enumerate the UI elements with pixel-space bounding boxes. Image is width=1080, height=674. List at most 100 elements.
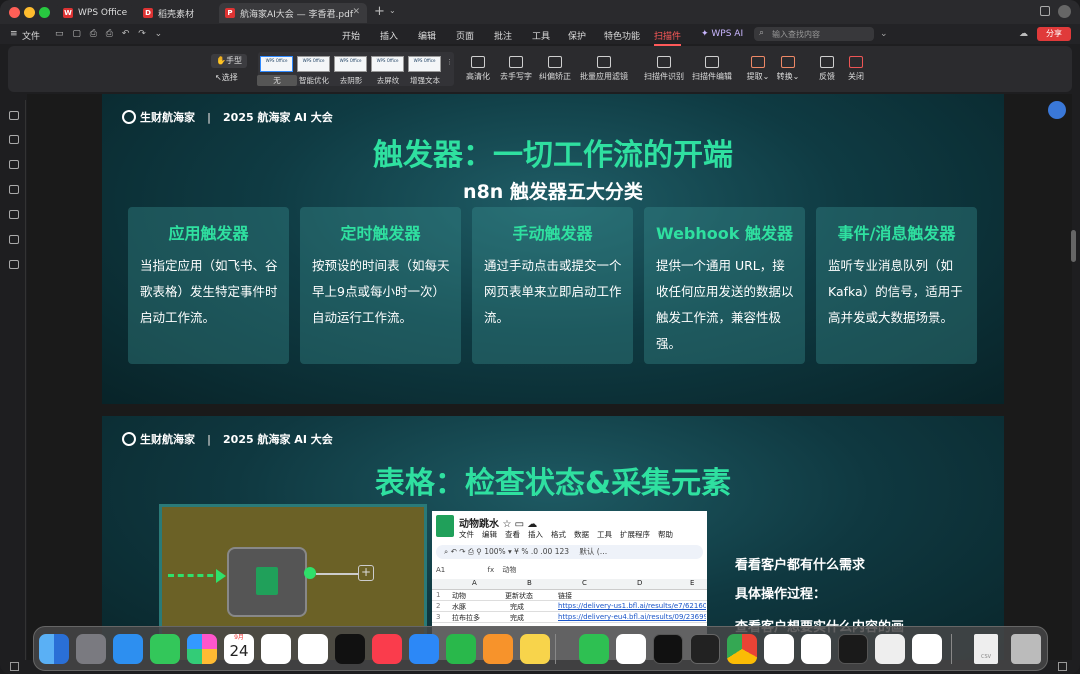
sidebar-toggle-icon[interactable] <box>10 662 19 671</box>
tab-pdf-document[interactable]: P 航海家AI大会 — 李香君.pdf ✕ <box>219 3 367 23</box>
window-mode-icon[interactable] <box>1040 6 1050 16</box>
brand-name: 生财航海家 <box>140 433 195 446</box>
calendar-icon[interactable]: 9月 24 <box>224 634 254 664</box>
floating-assistant-icon[interactable] <box>1048 101 1066 119</box>
search-dropdown-icon[interactable]: ⌄ <box>880 29 888 39</box>
filter-thumb-none[interactable]: WPS Office <box>260 56 293 72</box>
tab-scan[interactable]: 扫描件 <box>654 29 682 46</box>
filter-thumb-shadow[interactable]: WPS Office <box>334 56 367 72</box>
close-scan-button[interactable]: 关闭 <box>844 56 868 82</box>
remove-handwriting-button[interactable]: 去手写字 <box>496 56 536 82</box>
tab-tools[interactable]: 工具 <box>532 29 550 42</box>
wechat-icon[interactable] <box>579 634 609 664</box>
freeform-icon[interactable] <box>298 634 328 664</box>
card-body: 按预设的时间表（如每天早上9点或每小时一次）自动运行工作流。 <box>312 258 450 325</box>
scan-recognize-button[interactable]: 扫描件识别 <box>640 56 688 82</box>
launchpad-icon[interactable] <box>76 634 106 664</box>
terminal2-icon[interactable] <box>838 634 868 664</box>
apple-tv-icon[interactable] <box>335 634 365 664</box>
share-button[interactable]: 分享 <box>1037 27 1071 41</box>
minimize-window-button[interactable] <box>24 7 35 18</box>
maximize-window-button[interactable] <box>39 7 50 18</box>
quick-access-icons[interactable]: ▭ ▢ ⎙ ⎙ ↶ ↷ ⌄ <box>55 29 165 39</box>
select-tool-button[interactable]: ↖选择 <box>215 72 238 83</box>
tab-insert[interactable]: 插入 <box>380 29 398 42</box>
tab-protect[interactable]: 保护 <box>568 29 586 42</box>
tab-list-chevron-icon[interactable]: ⌄ <box>389 6 396 15</box>
pdf-logo-icon: P <box>225 8 235 18</box>
layers-icon[interactable] <box>9 260 19 269</box>
finder-icon[interactable] <box>39 634 69 664</box>
outline-icon[interactable] <box>9 111 19 120</box>
hand-tool-button[interactable]: ✋手型 <box>211 54 247 68</box>
tab-page[interactable]: 页面 <box>456 29 474 42</box>
reminders-icon[interactable] <box>261 634 291 664</box>
note-line-2: 具体操作过程： <box>735 587 827 602</box>
tab-docer[interactable]: D 稻壳素材 <box>137 3 215 23</box>
tab-features[interactable]: 特色功能 <box>604 29 640 42</box>
batch-filter-button[interactable]: 批量应用滤镜 <box>575 56 633 82</box>
close-window-button[interactable] <box>9 7 20 18</box>
pages-icon[interactable] <box>483 634 513 664</box>
table-row: 2 水豚 完成 https://delivery-us1.bfl.ai/resu… <box>432 602 707 612</box>
filter-thumb-text[interactable]: WPS Office <box>408 56 441 72</box>
csv-file-label: CSV <box>980 654 992 660</box>
terminal-icon[interactable] <box>653 634 683 664</box>
tab-comment[interactable]: 批注 <box>494 29 512 42</box>
thumbnail-icon[interactable] <box>9 160 19 169</box>
sheet-menu-item: 扩展程序 <box>620 530 650 539</box>
tab-start[interactable]: 开始 <box>342 29 360 42</box>
close-tab-icon[interactable]: ✕ <box>352 7 360 17</box>
attachment-icon[interactable] <box>9 210 19 219</box>
hamburger-icon[interactable]: ≡ <box>10 29 18 39</box>
cloud-icon[interactable]: ☁ <box>1019 29 1028 39</box>
chrome-icon[interactable] <box>727 634 757 664</box>
chatgpt-icon[interactable] <box>764 634 794 664</box>
safari-icon[interactable] <box>113 634 143 664</box>
csv-file-icon[interactable]: CSV <box>974 634 998 664</box>
vertical-scrollbar[interactable] <box>1071 230 1076 262</box>
column-header: D <box>637 579 643 587</box>
script-editor-icon[interactable] <box>875 634 905 664</box>
notes-icon[interactable] <box>520 634 550 664</box>
row-number: 1 <box>436 591 441 599</box>
scan-recognize-label: 扫描件识别 <box>644 72 684 81</box>
tab-wps-ai[interactable]: ✦ WPS AI <box>701 29 743 39</box>
gallery-more-icon[interactable]: ⋮ <box>446 58 453 66</box>
brand-logo-icon <box>122 110 136 124</box>
sheet-menu-item: 格式 <box>551 530 566 539</box>
calendar-month: 9月 <box>234 634 244 641</box>
filter-thumb-moire[interactable]: WPS Office <box>371 56 404 72</box>
fullscreen-icon[interactable] <box>1058 662 1067 671</box>
filter-thumb-smart[interactable]: WPS Office <box>297 56 330 72</box>
file-menu[interactable]: 文件 <box>22 29 40 42</box>
numbers-icon[interactable] <box>446 634 476 664</box>
music-icon[interactable] <box>372 634 402 664</box>
scan-edit-button[interactable]: 扫描件编辑 <box>688 56 736 82</box>
box-app-icon[interactable] <box>690 634 720 664</box>
photos-icon[interactable] <box>187 634 217 664</box>
comment-icon[interactable] <box>9 185 19 194</box>
bookmark-icon[interactable] <box>9 135 19 144</box>
netease-music-icon[interactable] <box>801 634 831 664</box>
deskew-button[interactable]: 纠偏矫正 <box>535 56 575 82</box>
document-viewer[interactable]: 生财航海家 | 2025 航海家 AI 大会 触发器：一切工作流的开端 n8n … <box>27 94 1072 660</box>
avatar[interactable] <box>1058 5 1071 18</box>
trash-icon[interactable] <box>1011 634 1041 664</box>
card-app-trigger: 应用触发器 当指定应用（如飞书、谷歌表格）发生特定事件时启动工作流。 <box>128 207 289 364</box>
messages-icon[interactable] <box>150 634 180 664</box>
tab-wps-office[interactable]: W WPS Office <box>57 3 132 23</box>
hand-label: 手型 <box>225 56 242 65</box>
extract-label: 提取 <box>746 72 763 81</box>
extract-button[interactable]: 提取⌄ <box>744 56 772 82</box>
wps-office-icon[interactable] <box>912 634 942 664</box>
feedback-button[interactable]: 反馈 <box>815 56 839 82</box>
keynote-icon[interactable] <box>409 634 439 664</box>
search-box[interactable]: ⌕ 输入查找内容 <box>754 27 874 41</box>
compare-icon[interactable] <box>9 235 19 244</box>
hd-button[interactable]: 高清化 <box>464 56 492 82</box>
lark-icon[interactable] <box>616 634 646 664</box>
tab-edit[interactable]: 编辑 <box>418 29 436 42</box>
new-tab-icon[interactable]: + <box>374 4 385 19</box>
convert-button[interactable]: 转换⌄ <box>774 56 802 82</box>
